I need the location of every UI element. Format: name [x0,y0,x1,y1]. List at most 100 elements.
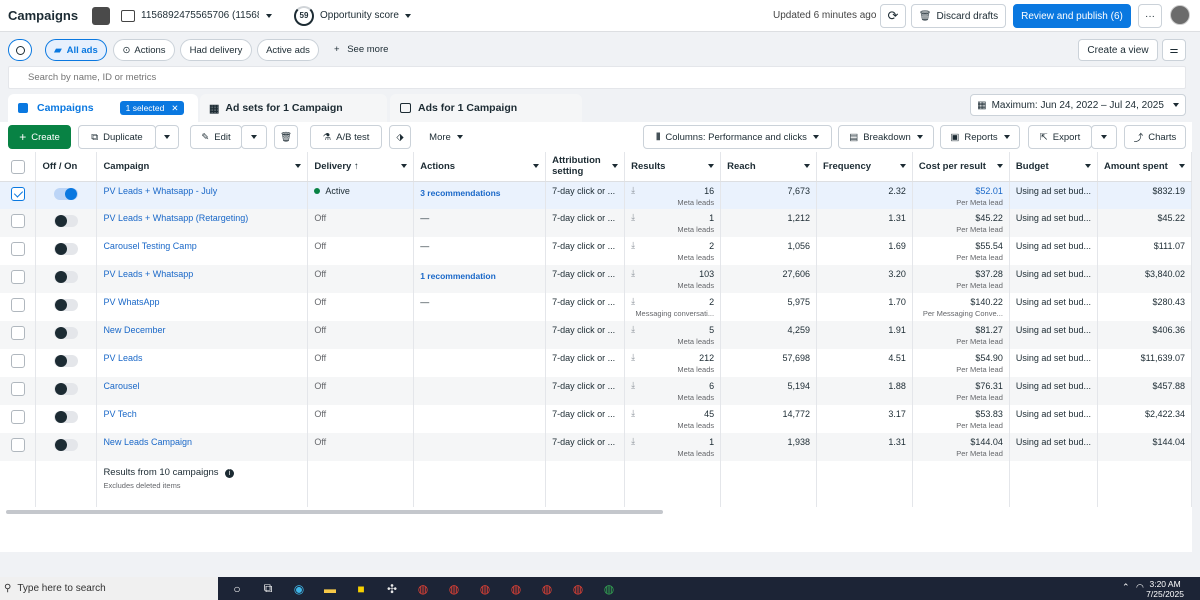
selected-badge[interactable]: 1 selected ✕ [119,101,185,115]
col-attribution[interactable]: Attribution setting [545,152,626,182]
taskbar-clock[interactable]: 3:20 AM 7/25/2025 [1146,579,1184,599]
campaign-name-link[interactable]: New Leads Campaign [103,437,192,447]
campaign-name-link[interactable]: PV Leads + Whatsapp - July [103,186,217,196]
col-actions[interactable]: Actions [413,152,547,182]
chrome-icon[interactable]: ◍ [445,580,463,598]
chrome-icon[interactable]: ◍ [476,580,494,598]
recommendations-link[interactable]: 1 recommendation [420,271,539,281]
campaign-name[interactable]: PV Leads + Whatsapp (Retargeting) [96,209,309,237]
campaign-name[interactable]: PV Leads + Whatsapp [96,265,309,293]
actions-value[interactable]: — [420,213,429,223]
table-row[interactable]: PV Leads + Whatsapp (Retargeting) Off — … [0,209,1192,237]
edit-button[interactable]: ✎ Edit [190,125,242,149]
campaign-name[interactable]: Carousel Testing Camp [96,237,309,265]
table-row[interactable]: New Leads Campaign Off 7-day click or ..… [0,433,1192,461]
campaign-toggle[interactable] [54,215,79,227]
table-row[interactable]: PV WhatsApp Off — 7-day click or ... ⤓ 2 M… [0,293,1192,321]
taskbar-search[interactable]: ⚲ Type here to search [0,577,218,600]
refresh-button[interactable]: ⟳ [880,4,906,28]
actions-value[interactable]: — [420,297,429,307]
campaign-name[interactable]: PV WhatsApp [96,293,309,321]
table-row[interactable]: PV Leads Off 7-day click or ... ⤓ 212 Meta… [0,349,1192,377]
chevron-down-icon[interactable] [996,164,1003,168]
col-off-on[interactable]: Off / On [35,152,98,182]
col-results[interactable]: Results [624,152,722,182]
file-explorer-icon[interactable]: ▬ [321,580,339,598]
row-checkbox[interactable] [10,354,25,368]
campaign-toggle[interactable] [54,187,79,200]
filter-had-delivery[interactable]: Had delivery [180,39,252,61]
campaign-name-link[interactable]: New December [103,325,165,335]
chevron-down-icon[interactable] [404,13,411,18]
date-range-picker[interactable]: ▦ Maximum: Jun 24, 2022 – Jul 24, 2025 [970,94,1186,116]
filter-all-ads[interactable]: ▰ All ads [45,39,107,61]
edge-icon[interactable]: ◉ [290,580,308,598]
charts-button[interactable]: ⤴ Charts [1124,125,1186,149]
chrome-icon[interactable]: ◍ [569,580,587,598]
create-button[interactable]: + Create [8,125,71,149]
more-button[interactable]: More [421,125,471,149]
campaign-toggle[interactable] [54,439,79,451]
campaign-toggle[interactable] [54,383,79,395]
export-dropdown[interactable] [1091,125,1117,149]
table-row[interactable]: PV Leads + Whatsapp - July Active 3 reco… [0,181,1192,209]
recommendations-link[interactable]: 3 recommendations [420,188,539,198]
actions-value[interactable]: — [420,241,429,251]
campaign-name-link[interactable]: PV WhatsApp [103,297,159,307]
row-checkbox[interactable] [10,438,25,452]
table-row[interactable]: PV Leads + Whatsapp Off 1 recommendation… [0,265,1192,293]
table-row[interactable]: PV Tech Off 7-day click or ... ⤓ 45 Meta l… [0,405,1192,433]
chevron-down-icon[interactable] [899,164,906,168]
campaign-toggle[interactable] [54,327,79,339]
chevron-down-icon[interactable] [401,164,408,168]
search-input[interactable] [9,67,1185,88]
campaign-name-link[interactable]: PV Leads + Whatsapp (Retargeting) [103,213,248,223]
chevron-down-icon[interactable] [295,164,302,168]
wifi-icon[interactable]: ◠ [1136,582,1144,593]
filter-active-ads[interactable]: Active ads [257,39,319,61]
campaign-toggle[interactable] [54,299,79,311]
sticky-notes-icon[interactable]: ■ [352,580,370,598]
campaign-name[interactable]: PV Leads + Whatsapp - July [96,181,309,209]
campaign-name[interactable]: New December [96,321,309,349]
campaign-name-link[interactable]: PV Leads [103,353,142,363]
chevron-down-icon[interactable] [1179,164,1185,168]
breakdown-button[interactable]: ▤ Breakdown [838,125,934,149]
row-checkbox[interactable] [10,270,25,284]
review-publish-button[interactable]: Review and publish (6) [1013,4,1131,28]
table-row[interactable]: New December Off 7-day click or ... ⤓ 5 Me… [0,321,1192,349]
ab-test-button[interactable]: ⚗ A/B test [310,125,382,149]
campaign-name-link[interactable]: Carousel Testing Camp [103,241,196,251]
row-checkbox[interactable] [10,382,25,396]
col-amount-spent[interactable]: Amount spent [1097,152,1192,182]
campaign-name-link[interactable]: PV Leads + Whatsapp [103,269,193,279]
tag-button[interactable]: ⬗ [389,125,411,149]
campaign-name[interactable]: PV Leads [96,349,309,377]
col-reach[interactable]: Reach [720,152,817,182]
campaign-name[interactable]: PV Tech [96,405,309,433]
col-budget[interactable]: Budget [1009,152,1098,182]
campaign-toggle[interactable] [54,411,79,423]
chevron-down-icon[interactable] [612,164,619,168]
filter-settings-button[interactable]: ⚌ [1162,39,1186,61]
row-checkbox[interactable] [10,186,25,201]
row-checkbox[interactable] [10,214,25,228]
table-row[interactable]: Carousel Off 7-day click or ... ⤓ 6 Meta l… [0,377,1192,405]
horizontal-scrollbar[interactable] [6,510,663,514]
tab-campaigns[interactable]: Campaigns 1 selected ✕ [8,94,198,122]
select-all-checkbox[interactable] [10,159,25,174]
chrome-icon[interactable]: ◍ [538,580,556,598]
info-icon[interactable]: i [225,469,235,478]
delete-button[interactable]: 🗑 [274,125,298,149]
filter-actions[interactable]: ⊙ Actions [113,39,175,61]
col-delivery[interactable]: Delivery ↑ [307,152,415,182]
chevron-down-icon[interactable] [266,13,272,18]
tray-chevron-icon[interactable]: ⌃ [1122,582,1130,593]
cortana-icon[interactable]: ○ [228,580,246,598]
campaign-name-link[interactable]: Carousel [103,381,139,391]
search-toggle-button[interactable] [8,39,32,61]
row-checkbox[interactable] [10,410,25,424]
user-avatar[interactable] [1170,5,1190,25]
task-view-icon[interactable]: ⧉ [259,580,277,598]
campaign-name[interactable]: Carousel [96,377,309,405]
